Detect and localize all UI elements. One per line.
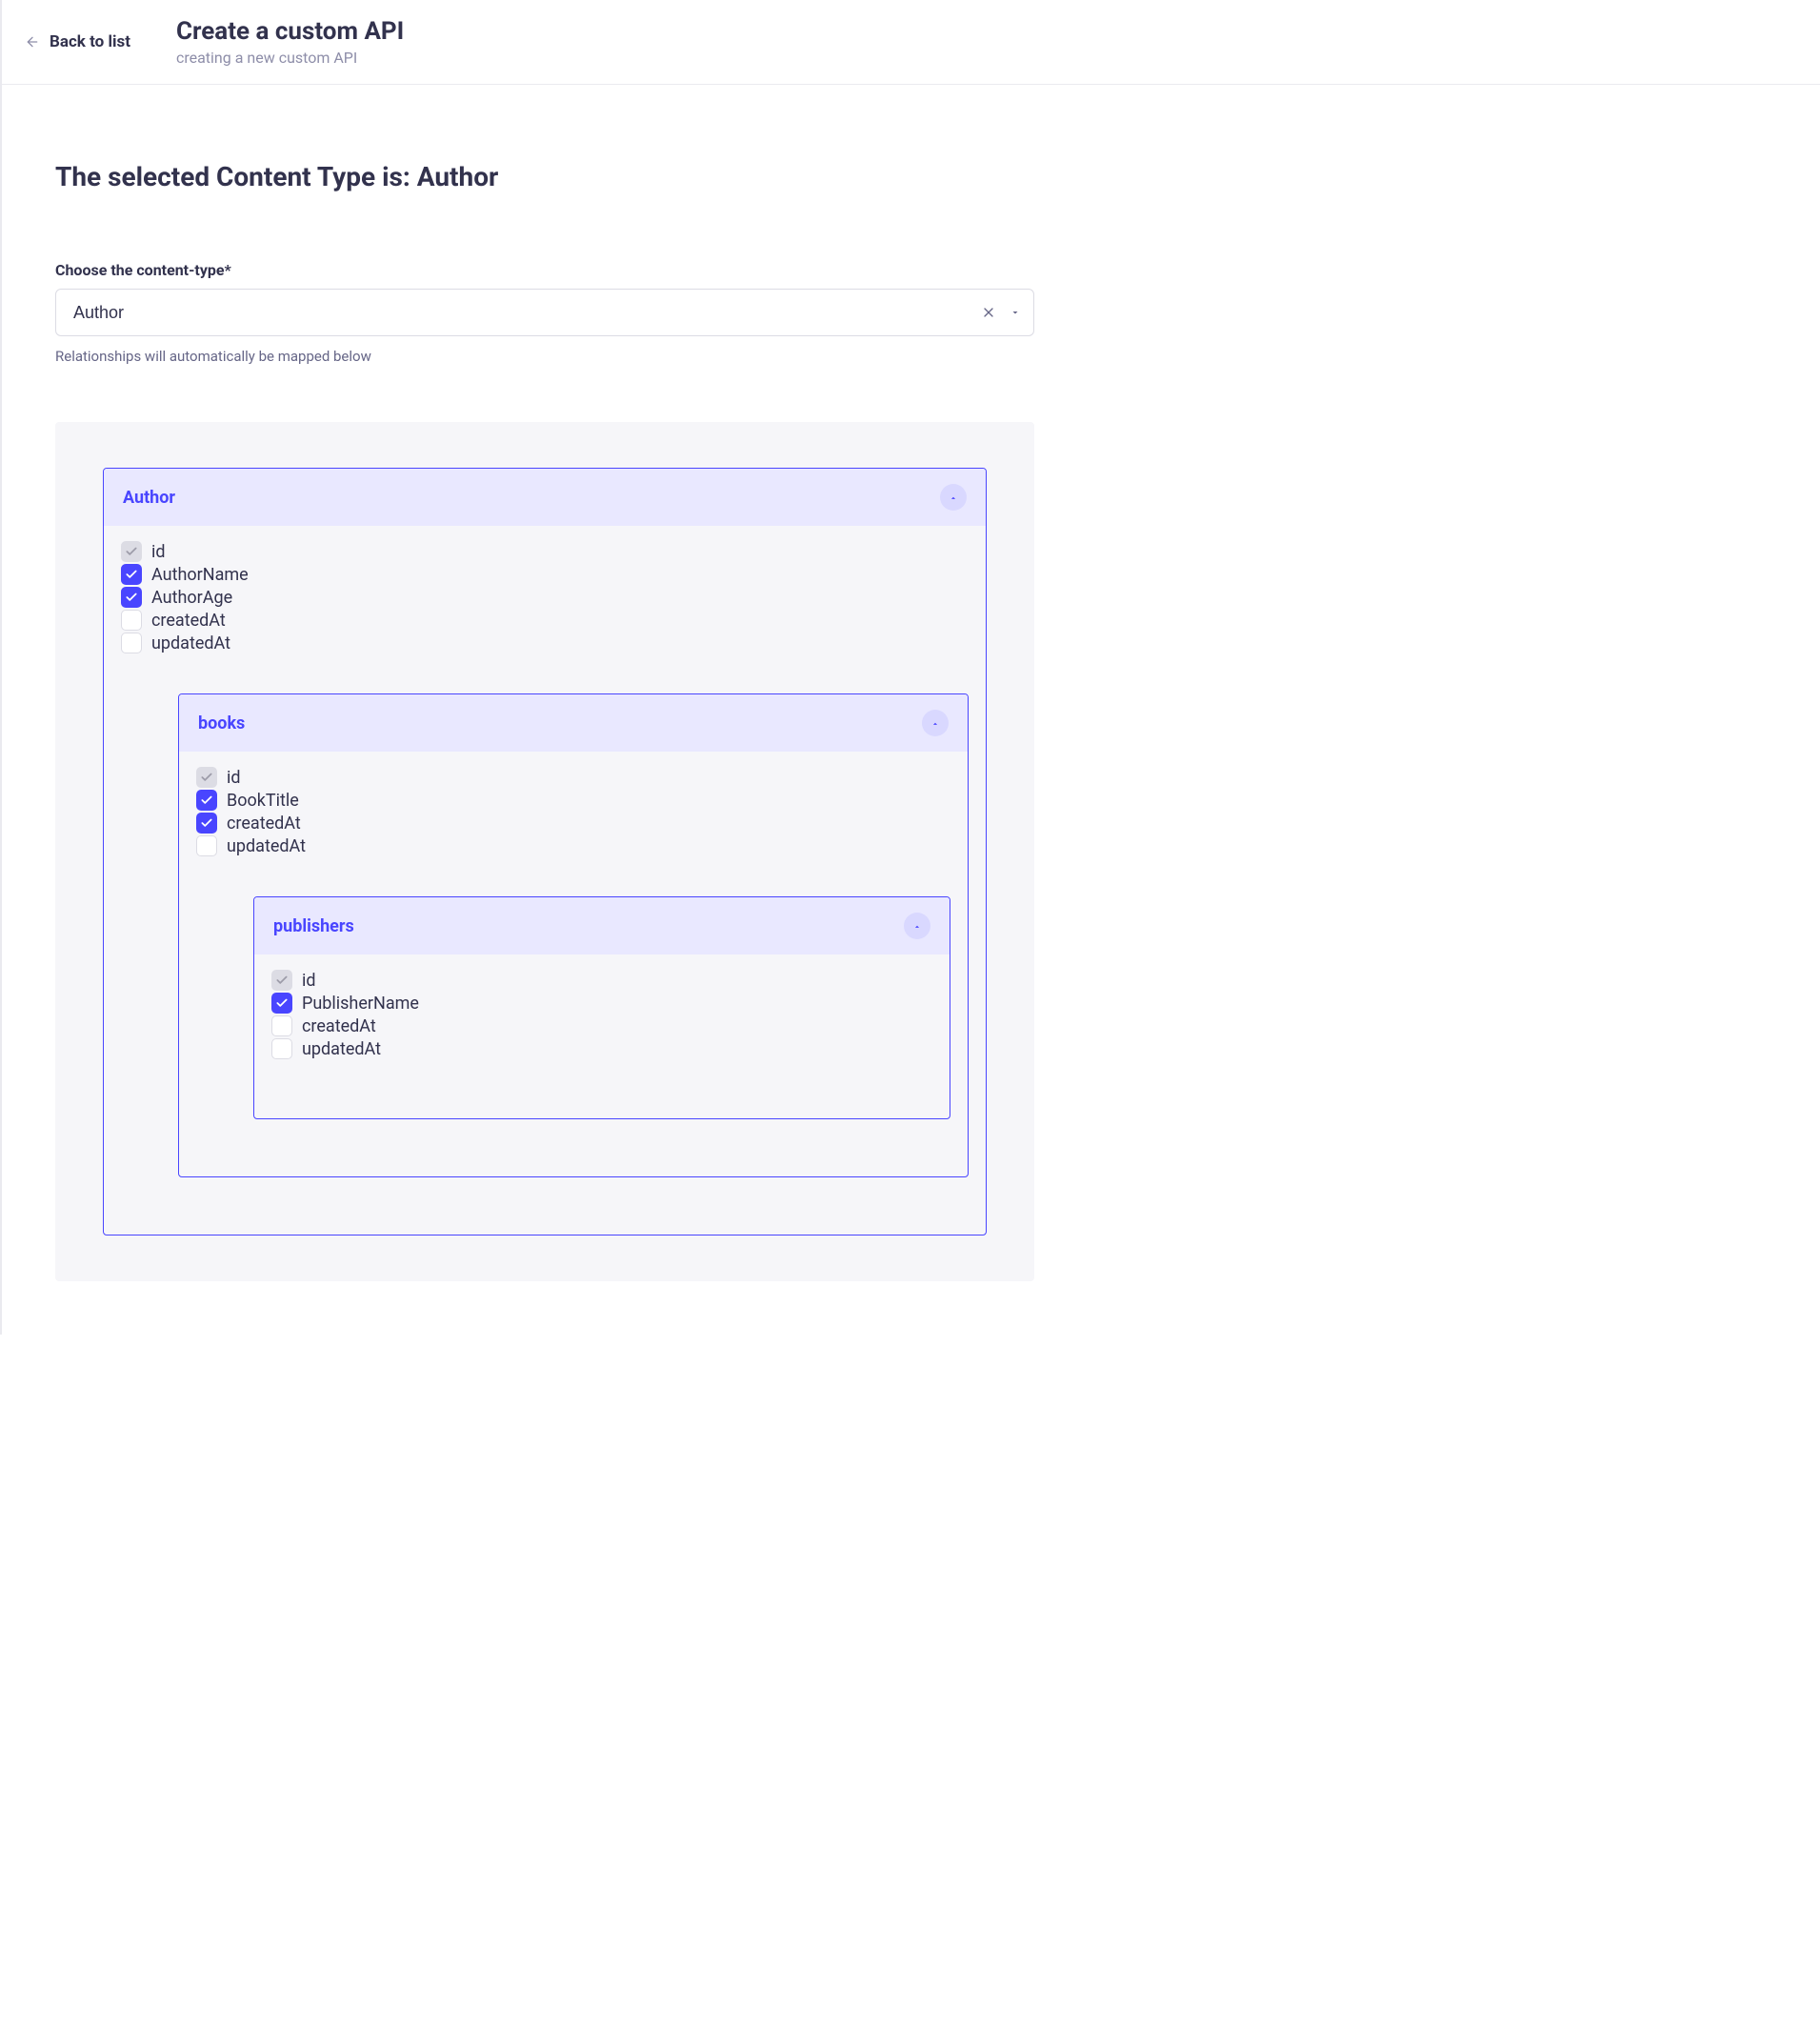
field-label: BookTitle [227,791,299,811]
back-to-list-label: Back to list [50,32,130,51]
field-row: createdAt [271,1015,932,1036]
caret-up-icon [949,489,958,507]
checkbox-unchecked-icon[interactable] [271,1038,292,1059]
field-label: updatedAt [227,836,306,856]
field-label: createdAt [151,611,226,631]
tree-node-title: Author [123,488,175,508]
checkbox-checked-icon[interactable] [121,587,142,608]
field-row: AuthorName [121,564,969,585]
tree-node-header[interactable]: books [179,694,968,752]
field-label: createdAt [302,1016,376,1036]
content-type-helper-text: Relationships will automatically be mapp… [55,348,1034,365]
field-row: PublisherName [271,993,932,1014]
page-subtitle: creating a new custom API [176,49,404,67]
field-row: id [121,541,969,562]
checkbox-unchecked-icon[interactable] [271,1015,292,1036]
checkbox-unchecked-icon[interactable] [121,633,142,653]
title-block: Create a custom API creating a new custo… [176,17,404,67]
field-row: createdAt [121,610,969,631]
tree-node-title: publishers [273,916,354,936]
field-label: id [302,971,316,991]
checkbox-disabled-icon [196,767,217,788]
field-row: AuthorAge [121,587,969,608]
checkbox-unchecked-icon[interactable] [196,835,217,856]
clear-icon[interactable] [981,305,996,320]
back-to-list-link[interactable]: Back to list [25,32,130,51]
field-label: updatedAt [302,1039,381,1059]
field-label: updatedAt [151,633,230,653]
field-label: AuthorAge [151,588,232,608]
page-title: Create a custom API [176,17,404,47]
tree-node-header[interactable]: Author [104,469,986,526]
page-header: Back to list Create a custom API creatin… [2,0,1820,85]
collapse-button[interactable] [922,710,949,736]
field-label: id [151,542,166,562]
tree-node-title: books [198,713,245,733]
checkbox-checked-icon[interactable] [271,993,292,1014]
field-row: id [271,970,932,991]
checkbox-disabled-icon [121,541,142,562]
content-type-input[interactable] [55,289,1034,336]
collapse-button[interactable] [940,484,967,511]
field-row: updatedAt [271,1038,932,1059]
checkbox-checked-icon[interactable] [196,813,217,834]
tree-panel: AuthoridAuthorNameAuthorAgecreatedAtupda… [55,422,1034,1281]
field-row: id [196,767,950,788]
field-label: id [227,768,241,788]
field-row: updatedAt [196,835,950,856]
checkbox-disabled-icon [271,970,292,991]
content-type-field-label: Choose the content-type* [55,261,1034,279]
arrow-left-icon [25,34,40,50]
caret-up-icon [930,714,940,733]
field-label: PublisherName [302,994,419,1014]
tree-node: AuthoridAuthorNameAuthorAgecreatedAtupda… [103,468,987,1235]
field-label: createdAt [227,814,301,834]
checkbox-unchecked-icon[interactable] [121,610,142,631]
field-label: AuthorName [151,565,249,585]
field-row: updatedAt [121,633,969,653]
content-type-select[interactable] [55,289,1034,336]
checkbox-checked-icon[interactable] [196,790,217,811]
tree-node: booksidBookTitlecreatedAtupdatedAtpublis… [178,693,969,1177]
checkbox-checked-icon[interactable] [121,564,142,585]
caret-down-icon[interactable] [1010,307,1021,318]
caret-up-icon [912,917,922,935]
selected-content-type-heading: The selected Content Type is: Author [55,161,1034,192]
collapse-button[interactable] [904,913,930,939]
field-row: createdAt [196,813,950,834]
field-row: BookTitle [196,790,950,811]
tree-node: publishers id PublisherNamecreatedAt update… [253,896,950,1119]
tree-node-header[interactable]: publishers [254,897,950,954]
